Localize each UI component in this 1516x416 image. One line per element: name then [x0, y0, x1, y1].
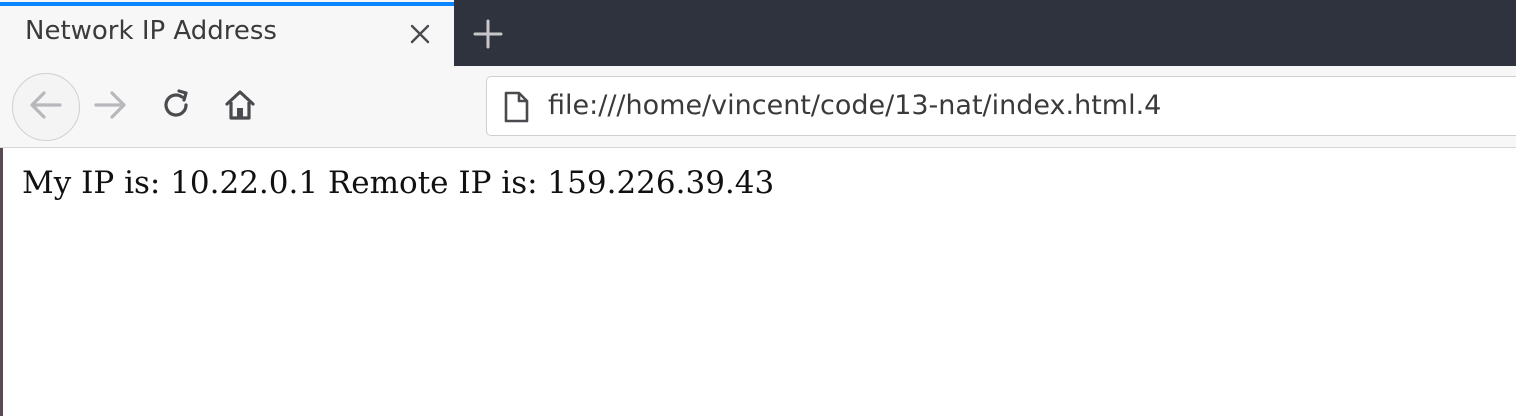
forward-button[interactable] — [90, 87, 130, 127]
arrow-left-icon — [28, 87, 64, 127]
tab-title: Network IP Address — [25, 16, 277, 46]
address-bar[interactable]: file:///home/vincent/code/13-nat/index.h… — [486, 76, 1516, 136]
navigation-toolbar: file:///home/vincent/code/13-nat/index.h… — [0, 66, 1516, 148]
page-content: My IP is: 10.22.0.1 Remote IP is: 159.22… — [0, 149, 1516, 416]
close-icon[interactable] — [404, 18, 436, 50]
active-tab-indicator — [0, 2, 454, 6]
ip-address-text: My IP is: 10.22.0.1 Remote IP is: 159.22… — [22, 165, 775, 201]
tab-network-ip-address[interactable]: Network IP Address — [0, 0, 454, 66]
plus-icon[interactable] — [468, 14, 508, 54]
window-edge — [0, 148, 3, 416]
home-button[interactable] — [220, 87, 260, 127]
url-text[interactable]: file:///home/vincent/code/13-nat/index.h… — [548, 90, 1161, 121]
tab-strip: Network IP Address — [0, 0, 1516, 66]
reload-button[interactable] — [156, 87, 196, 127]
home-icon — [223, 88, 257, 126]
page-icon — [501, 91, 531, 123]
reload-icon — [159, 88, 193, 126]
back-button[interactable] — [12, 73, 80, 141]
arrow-right-icon — [92, 87, 128, 127]
